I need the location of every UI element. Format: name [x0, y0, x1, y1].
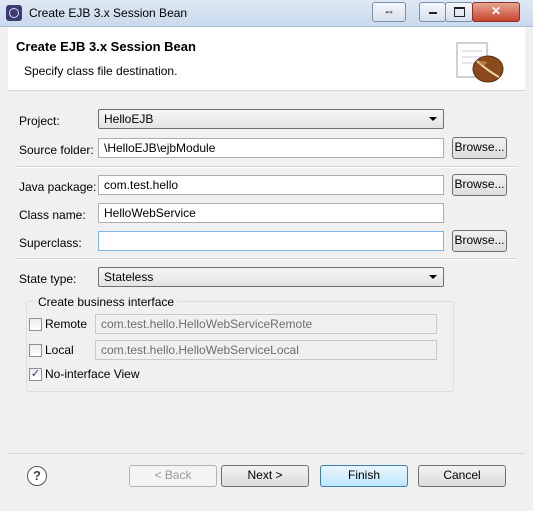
maximize-button[interactable] — [445, 2, 473, 22]
no-interface-label: No-interface View — [45, 367, 140, 381]
maximize-icon — [453, 7, 465, 17]
window-title: Create EJB 3.x Session Bean — [29, 6, 188, 20]
eclipse-icon — [6, 5, 22, 21]
chevron-down-icon — [429, 117, 437, 121]
local-label: Local — [45, 343, 74, 357]
separator — [16, 166, 517, 168]
wizard-header: Create EJB 3.x Session Bean Specify clas… — [8, 27, 525, 91]
session-bean-icon — [456, 42, 504, 83]
superclass-label: Superclass: — [19, 236, 82, 250]
minimize-button[interactable] — [419, 2, 446, 22]
local-interface-input: com.test.hello.HelloWebServiceLocal — [95, 340, 437, 360]
separator — [16, 258, 517, 260]
class-name-input[interactable]: HelloWebService — [98, 203, 444, 223]
superclass-input[interactable] — [98, 231, 444, 251]
source-folder-browse-button[interactable]: Browse... — [452, 137, 507, 159]
local-checkbox[interactable] — [29, 344, 42, 357]
resize-icon[interactable]: ⇔ — [372, 2, 406, 22]
dialog-window: Create EJB 3.x Session Bean ⇔ ✕ Create E… — [0, 0, 533, 511]
business-interface-group-title: Create business interface — [35, 295, 178, 309]
java-package-label: Java package: — [19, 180, 97, 194]
footer-separator — [8, 453, 525, 454]
no-interface-checkbox[interactable]: ✓ — [29, 368, 42, 381]
remote-label: Remote — [45, 317, 88, 331]
back-button[interactable]: < Back — [129, 465, 217, 487]
finish-button[interactable]: Finish — [320, 465, 408, 487]
java-package-input[interactable]: com.test.hello — [98, 175, 444, 195]
class-name-label: Class name: — [19, 208, 86, 222]
wizard-body: Project: HelloEJB Source folder: \HelloE… — [8, 92, 525, 452]
cancel-button[interactable]: Cancel — [418, 465, 506, 487]
close-button[interactable]: ✕ — [472, 2, 520, 22]
wizard-title: Create EJB 3.x Session Bean — [16, 39, 196, 54]
project-select-value: HelloEJB — [104, 112, 154, 126]
state-type-select[interactable]: Stateless — [98, 267, 444, 287]
superclass-browse-button[interactable]: Browse... — [452, 230, 507, 252]
project-label: Project: — [19, 114, 60, 128]
chevron-down-icon — [429, 275, 437, 279]
state-type-select-value: Stateless — [104, 270, 154, 284]
wizard-subtitle: Specify class file destination. — [24, 64, 178, 78]
source-folder-input[interactable]: \HelloEJB\ejbModule — [98, 138, 444, 158]
state-type-label: State type: — [19, 272, 77, 286]
minimize-icon — [428, 12, 437, 14]
project-select[interactable]: HelloEJB — [98, 109, 444, 129]
next-button[interactable]: Next > — [221, 465, 309, 487]
remote-interface-input: com.test.hello.HelloWebServiceRemote — [95, 314, 437, 334]
help-icon[interactable]: ? — [27, 466, 47, 486]
source-folder-label: Source folder: — [19, 143, 94, 157]
java-package-browse-button[interactable]: Browse... — [452, 174, 507, 196]
remote-checkbox[interactable] — [29, 318, 42, 331]
title-bar[interactable]: Create EJB 3.x Session Bean ⇔ ✕ — [0, 0, 533, 27]
